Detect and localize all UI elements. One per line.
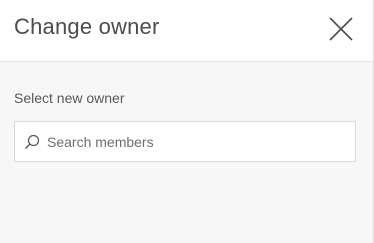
close-button[interactable] — [326, 14, 356, 44]
search-members-input[interactable] — [47, 122, 347, 161]
dialog-title: Change owner — [14, 14, 160, 39]
dialog-header: Change owner — [0, 0, 373, 62]
search-icon — [24, 134, 40, 150]
select-owner-label: Select new owner — [14, 90, 125, 106]
close-icon — [329, 17, 353, 41]
change-owner-dialog: Change owner Select new owner — [0, 0, 374, 243]
member-search-box[interactable] — [14, 121, 356, 162]
